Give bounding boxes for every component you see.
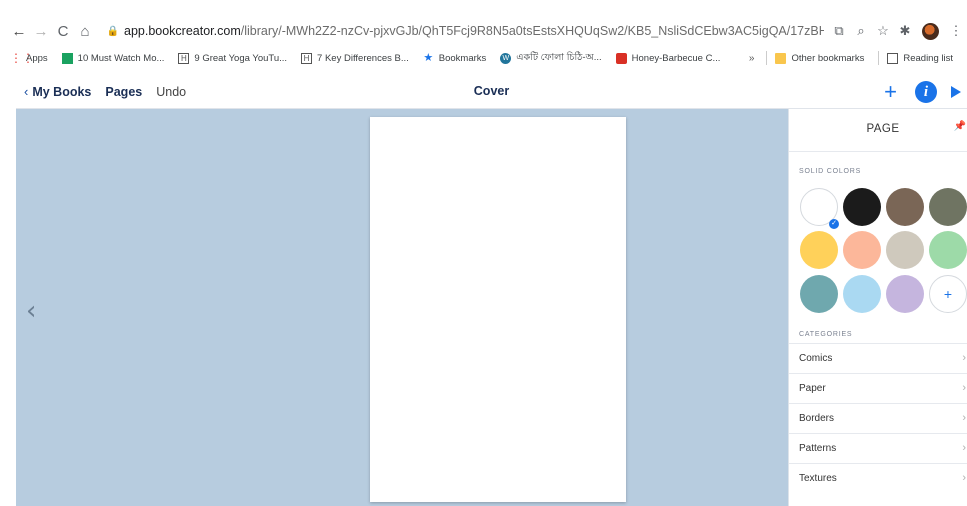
panel-title: PAGE: [866, 123, 900, 135]
bookmark-label: Honey-Barbecue C...: [631, 52, 721, 64]
lock-icon[interactable]: 🔒: [106, 26, 120, 37]
bookmark-label: 9 Great Yoga YouTu...: [194, 52, 288, 64]
bookmark-apps[interactable]: ⋮⋮ Apps: [0, 50, 48, 65]
color-swatch[interactable]: [886, 188, 924, 226]
color-swatch[interactable]: [929, 231, 967, 269]
color-swatch[interactable]: [800, 275, 838, 313]
category-label: Comics: [799, 353, 833, 364]
color-swatch[interactable]: [843, 188, 881, 226]
category-label: Borders: [799, 413, 835, 424]
bookmark-label: Apps: [26, 52, 48, 64]
category-item[interactable]: Textures ›: [789, 463, 967, 493]
bookmark-label: 7 Key Differences B...: [317, 52, 409, 64]
other-bookmarks[interactable]: Other bookmarks: [775, 52, 865, 64]
menu-dots-icon[interactable]: ⋮: [945, 23, 967, 39]
bookmark-favicon-icon: [61, 52, 73, 64]
play-icon[interactable]: [951, 86, 961, 98]
bookmark-item[interactable]: H 7 Key Differences B...: [301, 52, 409, 64]
zoom-icon[interactable]: ⌕: [850, 23, 872, 39]
bookmark-item[interactable]: W একটি ফোলা চিঠি-অ...: [500, 51, 602, 66]
profile-avatar[interactable]: [922, 22, 939, 40]
back-arrow-icon[interactable]: ←: [8, 23, 30, 40]
url-path: /library/-MWh2Z2-nzCv-pjxvGJb/QhT5Fcj9R8…: [240, 24, 824, 38]
bookmark-wordpress-icon: W: [500, 52, 512, 64]
my-books-link[interactable]: My Books: [32, 85, 91, 99]
bookmark-label: Other bookmarks: [791, 52, 865, 64]
category-item[interactable]: Comics ›: [789, 343, 967, 373]
category-label: Paper: [799, 383, 826, 394]
browser-toolbar: ← → C ⌂ 🔒 app.bookcreator.com/library/-M…: [0, 14, 967, 48]
reload-icon[interactable]: C: [52, 23, 74, 40]
bookmark-star-icon: ★: [423, 51, 434, 64]
panel-divider: [789, 151, 967, 152]
bookmarks-divider: [878, 51, 880, 65]
chevron-left-icon[interactable]: ‹: [24, 84, 28, 99]
apps-grid-icon: ⋮⋮: [10, 50, 34, 65]
chevron-right-icon: ›: [962, 352, 966, 364]
category-label: Patterns: [799, 443, 837, 454]
bookmark-h-icon: H: [301, 52, 313, 64]
color-swatch[interactable]: [886, 275, 924, 313]
chevron-right-icon: ›: [962, 442, 966, 454]
bookmark-label: Bookmarks: [438, 52, 487, 64]
color-swatch[interactable]: [800, 231, 838, 269]
chevron-right-icon: ›: [962, 382, 966, 394]
star-icon[interactable]: ☆: [872, 23, 894, 39]
bookmarks-divider: [766, 51, 768, 65]
home-icon[interactable]: ⌂: [74, 23, 96, 40]
undo-button[interactable]: Undo: [156, 85, 186, 99]
pages-button[interactable]: Pages: [105, 85, 142, 99]
category-item[interactable]: Patterns ›: [789, 433, 967, 463]
bookmark-item[interactable]: Honey-Barbecue C...: [615, 52, 721, 64]
solid-colors-label: SOLID COLORS: [799, 168, 862, 175]
check-icon: ✓: [829, 219, 839, 229]
bookmark-label: Reading list: [903, 52, 953, 64]
color-swatch[interactable]: [843, 231, 881, 269]
bookmark-label: 10 Must Watch Mo...: [77, 52, 165, 64]
add-color-button[interactable]: +: [929, 275, 967, 313]
bookmark-h-icon: H: [178, 52, 190, 64]
book-page[interactable]: [370, 117, 626, 502]
bookmark-favicon-icon: [615, 52, 627, 64]
color-swatch[interactable]: [843, 275, 881, 313]
folder-icon: [775, 52, 787, 64]
color-swatch[interactable]: [929, 188, 967, 226]
category-item[interactable]: Paper ›: [789, 373, 967, 403]
color-swatch[interactable]: [886, 231, 924, 269]
reading-list[interactable]: Reading list: [887, 52, 953, 64]
previous-page-button[interactable]: ‹: [26, 296, 36, 326]
bookmark-item[interactable]: H 9 Great Yoga YouTu...: [178, 52, 288, 64]
add-button[interactable]: +: [884, 81, 897, 103]
color-swatch[interactable]: ✓: [800, 188, 839, 229]
app-toolbar: ‹ My Books Pages Undo Cover + i: [16, 78, 967, 109]
url-domain: app.bookcreator.com: [124, 24, 241, 38]
address-bar[interactable]: app.bookcreator.com/library/-MWh2Z2-nzCv…: [124, 24, 824, 38]
categories-label: CATEGORIES: [799, 331, 853, 338]
pin-icon[interactable]: 📌: [954, 121, 966, 132]
bookmark-item[interactable]: 10 Must Watch Mo...: [61, 52, 165, 64]
app-install-icon[interactable]: ⧉: [828, 23, 850, 39]
category-label: Textures: [799, 473, 837, 484]
extensions-icon[interactable]: ✱: [894, 23, 916, 39]
chevron-right-icon: ›: [962, 472, 966, 484]
forward-arrow-icon[interactable]: →: [30, 23, 52, 40]
page-inspector-panel: PAGE 📌 SOLID COLORS ✓ + CATEGORIES Comics…: [788, 109, 967, 506]
chevron-right-icon: ›: [962, 412, 966, 424]
reading-list-icon: [887, 52, 899, 64]
bookmarks-overflow-button[interactable]: »: [749, 53, 755, 64]
bookmark-label: একটি ফোলা চিঠি-অ...: [516, 51, 602, 63]
info-button[interactable]: i: [915, 81, 937, 103]
bookmarks-bar: ⋮⋮ Apps 10 Must Watch Mo... H 9 Great Yo…: [0, 48, 967, 68]
bookmark-item[interactable]: ★ Bookmarks: [423, 51, 487, 64]
category-item[interactable]: Borders ›: [789, 403, 967, 433]
